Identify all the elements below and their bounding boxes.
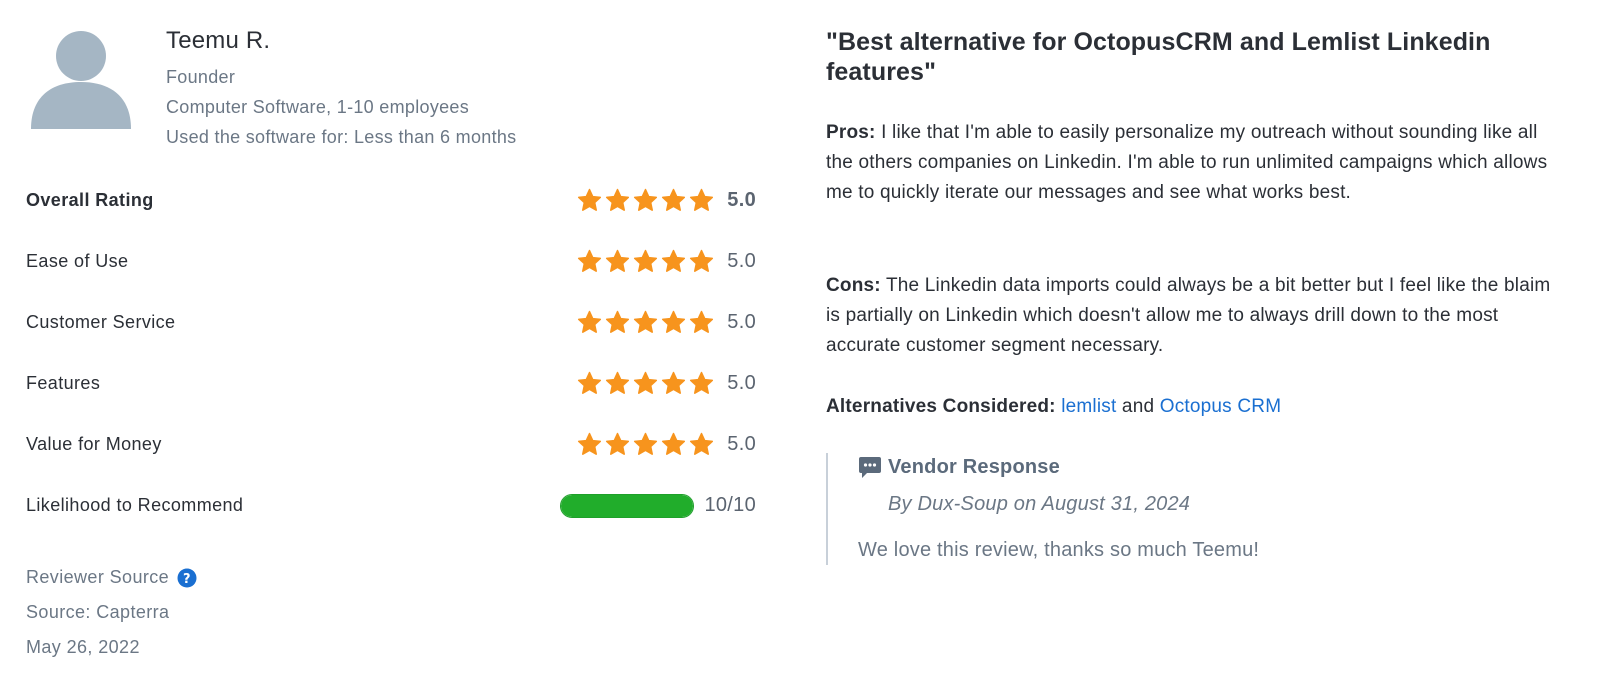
- reviewer-column: Teemu R. Founder Computer Software, 1-10…: [26, 0, 756, 683]
- rating-row-features: Features 5.0: [26, 353, 756, 414]
- help-icon[interactable]: ?: [177, 568, 197, 588]
- vendor-response-byline: By Dux-Soup on August 31, 2024: [888, 493, 1191, 515]
- rating-label: Overall Rating: [26, 190, 154, 210]
- star-icon: [605, 188, 630, 211]
- star-icon: [689, 371, 714, 394]
- star-rating: [577, 249, 714, 274]
- pros-label: Pros:: [826, 122, 876, 143]
- alternative-link-lemlist[interactable]: lemlist: [1061, 396, 1116, 417]
- alternatives-label: Alternatives Considered:: [826, 396, 1056, 417]
- star-icon: [605, 432, 630, 455]
- star-icon: [577, 432, 602, 455]
- star-icon: [661, 432, 686, 455]
- rating-row-recommend: Likelihood to Recommend 10/10: [26, 475, 756, 536]
- cons-paragraph: Cons: The Linkedin data imports could al…: [826, 271, 1566, 361]
- rating-label: Customer Service: [26, 312, 176, 332]
- star-icon: [661, 188, 686, 211]
- star-icon: [633, 188, 658, 211]
- star-icon: [605, 371, 630, 394]
- star-icon: [633, 249, 658, 272]
- star-icon: [577, 188, 602, 211]
- star-icon: [689, 310, 714, 333]
- source-text: Source: Capterra: [26, 602, 170, 622]
- ratings-list: Overall Rating 5.0 Ease of Use 5.0 Custo…: [26, 170, 756, 536]
- star-rating: [577, 432, 714, 457]
- star-icon: [577, 310, 602, 333]
- review-title: "Best alternative for OctopusCRM and Lem…: [826, 28, 1491, 86]
- rating-value: 5.0: [727, 189, 756, 211]
- star-icon: [689, 432, 714, 455]
- svg-text:?: ?: [183, 572, 191, 587]
- vendor-response-message: We love this review, thanks so much Teem…: [858, 539, 1260, 561]
- rating-row-ease-of-use: Ease of Use 5.0: [26, 231, 756, 292]
- star-icon: [689, 249, 714, 272]
- rating-label: Ease of Use: [26, 251, 129, 271]
- pros-paragraph: Pros: I like that I'm able to easily per…: [826, 118, 1566, 208]
- rating-row-overall: Overall Rating 5.0: [26, 170, 756, 231]
- rating-label: Features: [26, 373, 101, 393]
- reviewer-source-label: Reviewer Source: [26, 567, 170, 587]
- reviewer-usage: Used the software for: Less than 6 month…: [166, 127, 517, 147]
- recommend-label: Likelihood to Recommend: [26, 495, 244, 515]
- reviewer-role: Founder: [166, 67, 236, 87]
- user-silhouette-icon: [31, 31, 131, 129]
- alternatives-joiner: and: [1121, 396, 1155, 417]
- star-icon: [605, 249, 630, 272]
- star-icon: [633, 432, 658, 455]
- cons-label: Cons:: [826, 275, 881, 296]
- rating-row-value-for-money: Value for Money 5.0: [26, 414, 756, 475]
- rating-label: Value for Money: [26, 434, 162, 454]
- star-icon: [661, 310, 686, 333]
- cons-text: The Linkedin data imports could always b…: [826, 275, 1551, 356]
- recommend-progress-fill: [561, 494, 694, 517]
- reviewer-info: Teemu R. Founder Computer Software, 1-10…: [26, 27, 746, 157]
- star-rating: [577, 310, 714, 335]
- star-icon: [661, 249, 686, 272]
- star-icon: [661, 371, 686, 394]
- rating-value: 5.0: [727, 250, 756, 272]
- review-column: "Best alternative for OctopusCRM and Lem…: [826, 0, 1570, 683]
- reviewer-name: Teemu R.: [166, 27, 271, 54]
- rating-value: 5.0: [727, 311, 756, 333]
- star-icon: [689, 188, 714, 211]
- star-icon: [605, 310, 630, 333]
- chat-bubble-icon: [859, 457, 881, 478]
- star-rating: [577, 188, 714, 213]
- alternative-link-octopus-crm[interactable]: Octopus CRM: [1160, 396, 1282, 417]
- star-icon: [633, 310, 658, 333]
- star-icon: [577, 371, 602, 394]
- recommend-progress-bar: [560, 493, 695, 518]
- vendor-response-title: Vendor Response: [888, 455, 1060, 478]
- star-icon: [633, 371, 658, 394]
- rating-value: 5.0: [727, 372, 756, 394]
- vendor-response: Vendor Response By Dux-Soup on August 31…: [826, 453, 1546, 565]
- recommend-value: 10/10: [704, 494, 756, 516]
- rating-value: 5.0: [727, 433, 756, 455]
- source-info: Reviewer Source ? Source: Capterra May 2…: [26, 560, 197, 665]
- alternatives-paragraph: Alternatives Considered: lemlist and Oct…: [826, 392, 1566, 422]
- review-date: May 26, 2022: [26, 637, 140, 657]
- rating-row-customer-service: Customer Service 5.0: [26, 292, 756, 353]
- vendor-response-header: Vendor Response: [858, 455, 1060, 479]
- reviewer-company: Computer Software, 1-10 employees: [166, 97, 470, 117]
- star-rating: [577, 371, 714, 396]
- reviewer-source: Reviewer Source ?: [26, 560, 197, 595]
- pros-text: I like that I'm able to easily personali…: [826, 122, 1548, 203]
- star-icon: [577, 249, 602, 272]
